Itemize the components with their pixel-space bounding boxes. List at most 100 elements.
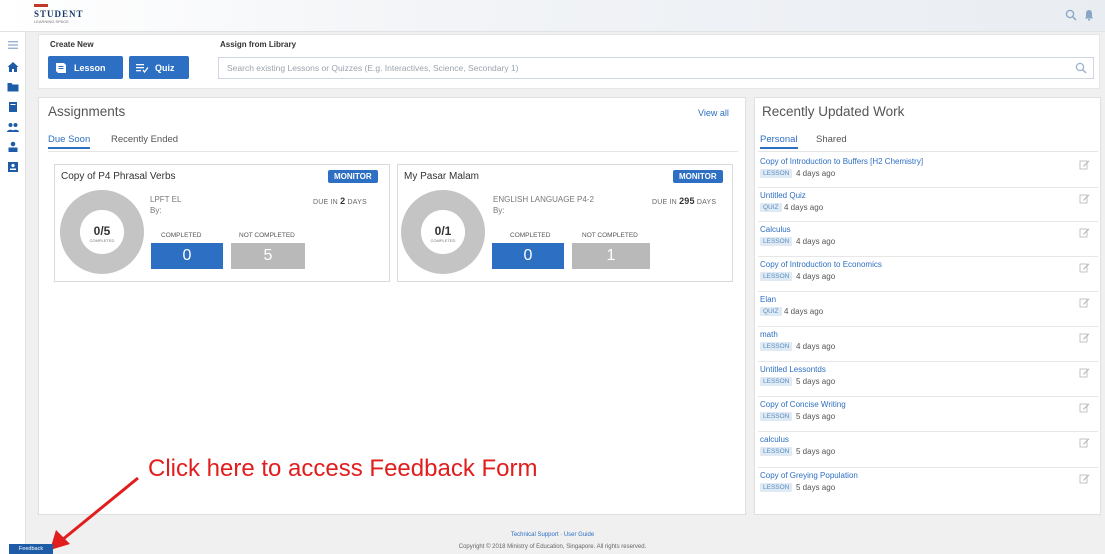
work-type-badge: LESSON xyxy=(760,237,793,246)
quiz-label: Quiz xyxy=(155,62,175,73)
list-item[interactable]: Copy of Introduction to Economics LESSON… xyxy=(758,257,1098,292)
not-completed-count[interactable]: 1 xyxy=(572,243,650,269)
completed-count[interactable]: 0 xyxy=(492,243,564,269)
footer-links[interactable]: Technical Support · User Guide xyxy=(0,532,1105,538)
tab-due-soon[interactable]: Due Soon xyxy=(48,134,91,149)
work-type-badge: LESSON xyxy=(760,342,793,351)
list-item[interactable]: math LESSON 4 days ago xyxy=(758,327,1098,362)
work-type-badge: QUIZ xyxy=(760,307,782,316)
list-item[interactable]: Elan QUIZ 4 days ago xyxy=(758,292,1098,327)
work-type-badge: LESSON xyxy=(760,272,793,281)
work-type-badge: LESSON xyxy=(760,447,793,456)
work-title[interactable]: Copy of Concise Writing xyxy=(760,400,846,409)
card-by: By: xyxy=(493,206,505,215)
work-time: 5 days ago xyxy=(796,483,836,492)
list-item[interactable]: Untitled Lessontds LESSON 5 days ago xyxy=(758,362,1098,397)
edit-icon[interactable] xyxy=(1079,367,1090,378)
work-title[interactable]: Untitled Lessontds xyxy=(760,365,826,374)
tab-divider xyxy=(758,151,1098,152)
monitor-button[interactable]: MONITOR xyxy=(673,170,723,183)
edit-icon[interactable] xyxy=(1079,332,1090,343)
edit-icon[interactable] xyxy=(1079,473,1090,484)
book-icon[interactable] xyxy=(6,100,20,114)
due-date: DUE IN 2 DAYS xyxy=(313,196,367,206)
not-completed-count[interactable]: 5 xyxy=(231,243,305,269)
work-title[interactable]: Copy of Introduction to Buffers [H2 Chem… xyxy=(760,157,923,166)
work-type-badge: QUIZ xyxy=(760,203,782,212)
list-item[interactable]: Copy of Concise Writing LESSON 5 days ag… xyxy=(758,397,1098,432)
search-icon[interactable] xyxy=(1075,62,1087,74)
work-time: 4 days ago xyxy=(784,203,824,212)
assign-library-label: Assign from Library xyxy=(220,40,297,49)
list-item[interactable]: Untitled Quiz QUIZ 4 days ago xyxy=(758,188,1098,222)
completion-ratio: 0/1 xyxy=(434,224,452,238)
tab-shared[interactable]: Shared xyxy=(816,134,847,145)
work-title[interactable]: Calculus xyxy=(760,225,791,234)
library-search-input[interactable]: Search existing Lessons or Quizzes (E.g.… xyxy=(218,57,1094,79)
work-time: 5 days ago xyxy=(796,447,836,456)
menu-icon[interactable] xyxy=(6,38,20,52)
annotation-arrow-icon xyxy=(50,476,139,550)
completed-count[interactable]: 0 xyxy=(151,243,223,269)
card-title: Copy of P4 Phrasal Verbs xyxy=(61,171,176,182)
logo-sub: LEARNING SPACE xyxy=(34,19,69,24)
create-quiz-button[interactable]: Quiz xyxy=(129,56,189,79)
work-title[interactable]: math xyxy=(760,330,778,339)
work-title[interactable]: Elan xyxy=(760,295,776,304)
assignments-panel xyxy=(38,97,746,515)
completed-label: COMPLETED xyxy=(510,232,551,239)
lesson-book-icon xyxy=(56,62,66,73)
due-date: DUE IN 295 DAYS xyxy=(652,196,717,206)
list-item[interactable]: Copy of Introduction to Buffers [H2 Chem… xyxy=(758,154,1098,188)
tab-recently-ended[interactable]: Recently Ended xyxy=(111,134,178,145)
work-title[interactable]: calculus xyxy=(760,435,789,444)
work-time: 5 days ago xyxy=(796,377,836,386)
recent-work-title: Recently Updated Work xyxy=(762,104,905,119)
work-type-badge: LESSON xyxy=(760,377,793,386)
work-type-badge: LESSON xyxy=(760,412,793,421)
group-icon[interactable] xyxy=(6,120,20,134)
work-time: 4 days ago xyxy=(796,169,836,178)
list-item[interactable]: Copy of Greying Population LESSON 5 days… xyxy=(758,468,1098,504)
bell-icon[interactable] xyxy=(1083,9,1095,21)
assignment-card[interactable]: My Pasar Malam MONITOR 0/1 COMPLETED ENG… xyxy=(397,164,733,282)
work-type-badge: LESSON xyxy=(760,169,793,178)
feedback-button[interactable]: Feedback xyxy=(9,544,53,554)
view-all-link[interactable]: View all xyxy=(698,108,729,118)
edit-icon[interactable] xyxy=(1079,193,1090,204)
quiz-list-icon xyxy=(136,63,149,73)
edit-icon[interactable] xyxy=(1079,227,1090,238)
annotation-text: Click here to access Feedback Form xyxy=(148,455,538,482)
edit-icon[interactable] xyxy=(1079,437,1090,448)
edit-icon[interactable] xyxy=(1079,159,1090,170)
monitor-button[interactable]: MONITOR xyxy=(328,170,378,183)
lesson-label: Lesson xyxy=(74,62,106,73)
tab-personal[interactable]: Personal xyxy=(760,134,798,149)
completion-ratio-sub: COMPLETED xyxy=(89,238,115,243)
edit-icon[interactable] xyxy=(1079,262,1090,273)
work-type-badge: LESSON xyxy=(760,483,793,492)
work-title[interactable]: Copy of Greying Population xyxy=(760,471,858,480)
edit-icon[interactable] xyxy=(1079,402,1090,413)
not-completed-label: NOT COMPLETED xyxy=(239,232,295,239)
teacher-icon[interactable] xyxy=(6,140,20,154)
list-item[interactable]: calculus LESSON 5 days ago xyxy=(758,432,1098,468)
footer-copyright: Copyright © 2018 Ministry of Education, … xyxy=(458,544,647,550)
card-subject: LPFT EL xyxy=(150,195,182,204)
search-icon[interactable] xyxy=(1065,9,1077,21)
work-time: 4 days ago xyxy=(796,237,836,246)
logo[interactable]: STUDENT LEARNING SPACE xyxy=(34,4,84,28)
profile-card-icon[interactable] xyxy=(6,160,20,174)
assignment-card[interactable]: Copy of P4 Phrasal Verbs MONITOR 0/5 COM… xyxy=(54,164,390,282)
list-item[interactable]: Calculus LESSON 4 days ago xyxy=(758,222,1098,257)
work-title[interactable]: Copy of Introduction to Economics xyxy=(760,260,882,269)
top-bar: STUDENT LEARNING SPACE xyxy=(0,0,1105,32)
home-icon[interactable] xyxy=(6,60,20,74)
create-lesson-button[interactable]: Lesson xyxy=(48,56,123,79)
work-time: 4 days ago xyxy=(796,272,836,281)
edit-icon[interactable] xyxy=(1079,297,1090,308)
work-time: 5 days ago xyxy=(796,412,836,421)
folder-icon[interactable] xyxy=(6,80,20,94)
work-title[interactable]: Untitled Quiz xyxy=(760,191,806,200)
tab-divider xyxy=(48,151,738,152)
